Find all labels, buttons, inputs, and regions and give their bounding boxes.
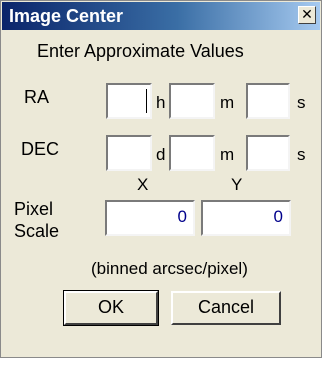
dec-label: DEC xyxy=(21,139,60,159)
dec-degrees-unit: d xyxy=(156,145,166,164)
ok-button[interactable]: OK xyxy=(63,290,159,326)
pixel-scale-label-line1: Pixel xyxy=(14,199,54,219)
x-column-header: X xyxy=(137,175,149,194)
ra-hours-unit: h xyxy=(156,93,166,112)
cancel-button[interactable]: Cancel xyxy=(171,291,281,325)
close-icon[interactable]: ✕ xyxy=(298,6,316,24)
instruction-text: Enter Approximate Values xyxy=(37,41,244,61)
ra-label: RA xyxy=(24,87,50,107)
dialog-title: Image Center xyxy=(9,6,124,26)
pixel-scale-x-input[interactable]: 0 xyxy=(105,200,195,236)
pixel-scale-units: (binned arcsec/pixel) xyxy=(91,259,248,278)
pixel-scale-label-line2: Scale xyxy=(14,221,60,241)
dec-minutes-input[interactable] xyxy=(169,135,215,171)
dec-degrees-input[interactable] xyxy=(106,135,152,171)
ra-seconds-input[interactable] xyxy=(246,83,290,119)
ra-minutes-unit: m xyxy=(220,93,235,112)
ra-hours-input[interactable] xyxy=(106,83,152,119)
dec-seconds-unit: s xyxy=(297,145,306,164)
y-column-header: Y xyxy=(231,175,243,194)
text-caret xyxy=(146,89,147,113)
ra-minutes-input[interactable] xyxy=(169,83,215,119)
ra-seconds-unit: s xyxy=(297,93,306,112)
pixel-scale-y-input[interactable]: 0 xyxy=(201,200,291,236)
title-bar[interactable]: Image Center ✕ xyxy=(2,2,320,30)
image-center-dialog: Image Center ✕ Enter Approximate Values … xyxy=(0,0,322,358)
dec-minutes-unit: m xyxy=(220,145,235,164)
dec-seconds-input[interactable] xyxy=(246,135,290,171)
